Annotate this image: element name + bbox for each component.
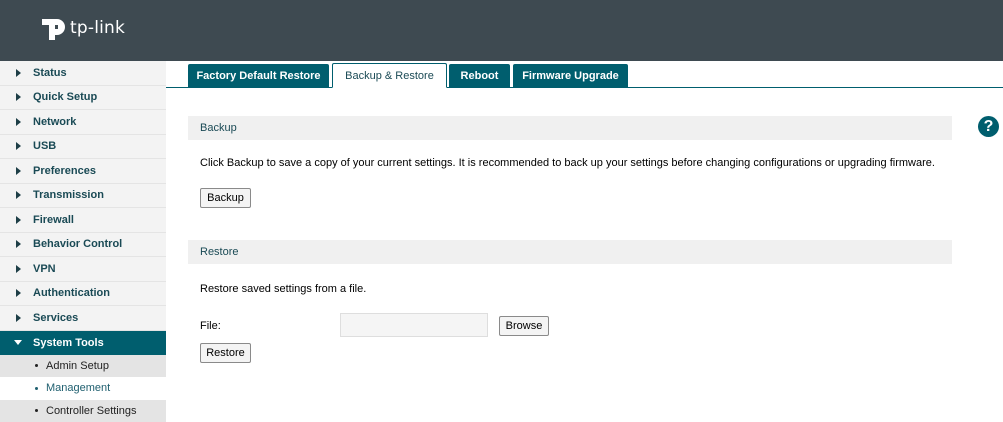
- backup-description: Click Backup to save a copy of your curr…: [200, 157, 935, 169]
- restore-section-header: Restore: [188, 240, 952, 264]
- sidebar-item-label: USB: [33, 140, 56, 152]
- sidebar-item-system-tools[interactable]: System Tools: [0, 331, 166, 355]
- tab-factory-default-restore[interactable]: Factory Default Restore: [188, 64, 329, 87]
- file-path-field[interactable]: [340, 313, 488, 337]
- sidebar-item-label: Transmission: [33, 189, 104, 201]
- sidebar-subitem-label: Management: [46, 382, 110, 394]
- caret-right-icon: [16, 240, 21, 248]
- sidebar-subitem-management[interactable]: Management: [0, 377, 166, 400]
- restore-button[interactable]: Restore: [200, 343, 251, 363]
- tab-reboot[interactable]: Reboot: [449, 64, 510, 87]
- sidebar-subitem-label: Controller Settings: [46, 405, 137, 417]
- caret-down-icon: [14, 340, 22, 345]
- caret-right-icon: [16, 289, 21, 297]
- sidebar-item-label: System Tools: [33, 337, 104, 349]
- sidebar-subitem-admin-setup[interactable]: Admin Setup: [0, 355, 166, 378]
- bullet-icon: [35, 387, 38, 390]
- caret-right-icon: [16, 314, 21, 322]
- sidebar-item-network[interactable]: Network: [0, 110, 166, 135]
- tab-backup-restore[interactable]: Backup & Restore: [332, 63, 447, 88]
- sidebar-item-behavior-control[interactable]: Behavior Control: [0, 233, 166, 258]
- sidebar-item-vpn[interactable]: VPN: [0, 257, 166, 282]
- sidebar-item-status[interactable]: Status: [0, 61, 166, 86]
- caret-right-icon: [16, 265, 21, 273]
- tab-bar: Factory Default Restore Backup & Restore…: [166, 61, 1003, 88]
- caret-right-icon: [16, 69, 21, 77]
- tp-link-logo-icon: [38, 13, 68, 43]
- restore-description: Restore saved settings from a file.: [200, 283, 366, 295]
- sidebar-item-preferences[interactable]: Preferences: [0, 159, 166, 184]
- file-label: File:: [200, 320, 221, 332]
- sidebar-item-firewall[interactable]: Firewall: [0, 208, 166, 233]
- caret-right-icon: [16, 142, 21, 150]
- sidebar-item-label: Status: [33, 67, 67, 79]
- sidebar-item-label: Behavior Control: [33, 238, 122, 250]
- sidebar-item-label: Quick Setup: [33, 91, 97, 103]
- browse-button[interactable]: Browse: [499, 316, 549, 336]
- caret-right-icon: [16, 93, 21, 101]
- sidebar-item-label: Firewall: [33, 214, 74, 226]
- sidebar-item-label: Network: [33, 116, 76, 128]
- tp-link-logo[interactable]: tp-link: [38, 13, 125, 43]
- bullet-icon: [35, 409, 38, 412]
- sidebar-subitem-controller-settings[interactable]: Controller Settings: [0, 400, 166, 422]
- bullet-icon: [35, 364, 38, 367]
- sidebar-item-label: Authentication: [33, 287, 110, 299]
- caret-right-icon: [16, 167, 21, 175]
- backup-section-header: Backup: [188, 116, 952, 140]
- tab-firmware-upgrade[interactable]: Firmware Upgrade: [513, 64, 628, 87]
- help-icon[interactable]: ?: [978, 116, 999, 137]
- caret-right-icon: [16, 216, 21, 224]
- sidebar-item-usb[interactable]: USB: [0, 135, 166, 160]
- caret-right-icon: [16, 191, 21, 199]
- backup-button[interactable]: Backup: [200, 188, 251, 208]
- sidebar-item-label: Services: [33, 312, 78, 324]
- caret-right-icon: [16, 118, 21, 126]
- top-header: tp-link: [0, 0, 1003, 61]
- sidebar-item-quick-setup[interactable]: Quick Setup: [0, 86, 166, 111]
- sidebar-subitem-label: Admin Setup: [46, 360, 109, 372]
- sidebar-item-authentication[interactable]: Authentication: [0, 282, 166, 307]
- sidebar-item-transmission[interactable]: Transmission: [0, 184, 166, 209]
- sidebar-nav: Status Quick Setup Network USB Preferenc…: [0, 61, 166, 421]
- sidebar-item-label: Preferences: [33, 165, 96, 177]
- sidebar-item-services[interactable]: Services: [0, 306, 166, 331]
- logo-text: tp-link: [70, 18, 125, 38]
- sidebar-item-label: VPN: [33, 263, 56, 275]
